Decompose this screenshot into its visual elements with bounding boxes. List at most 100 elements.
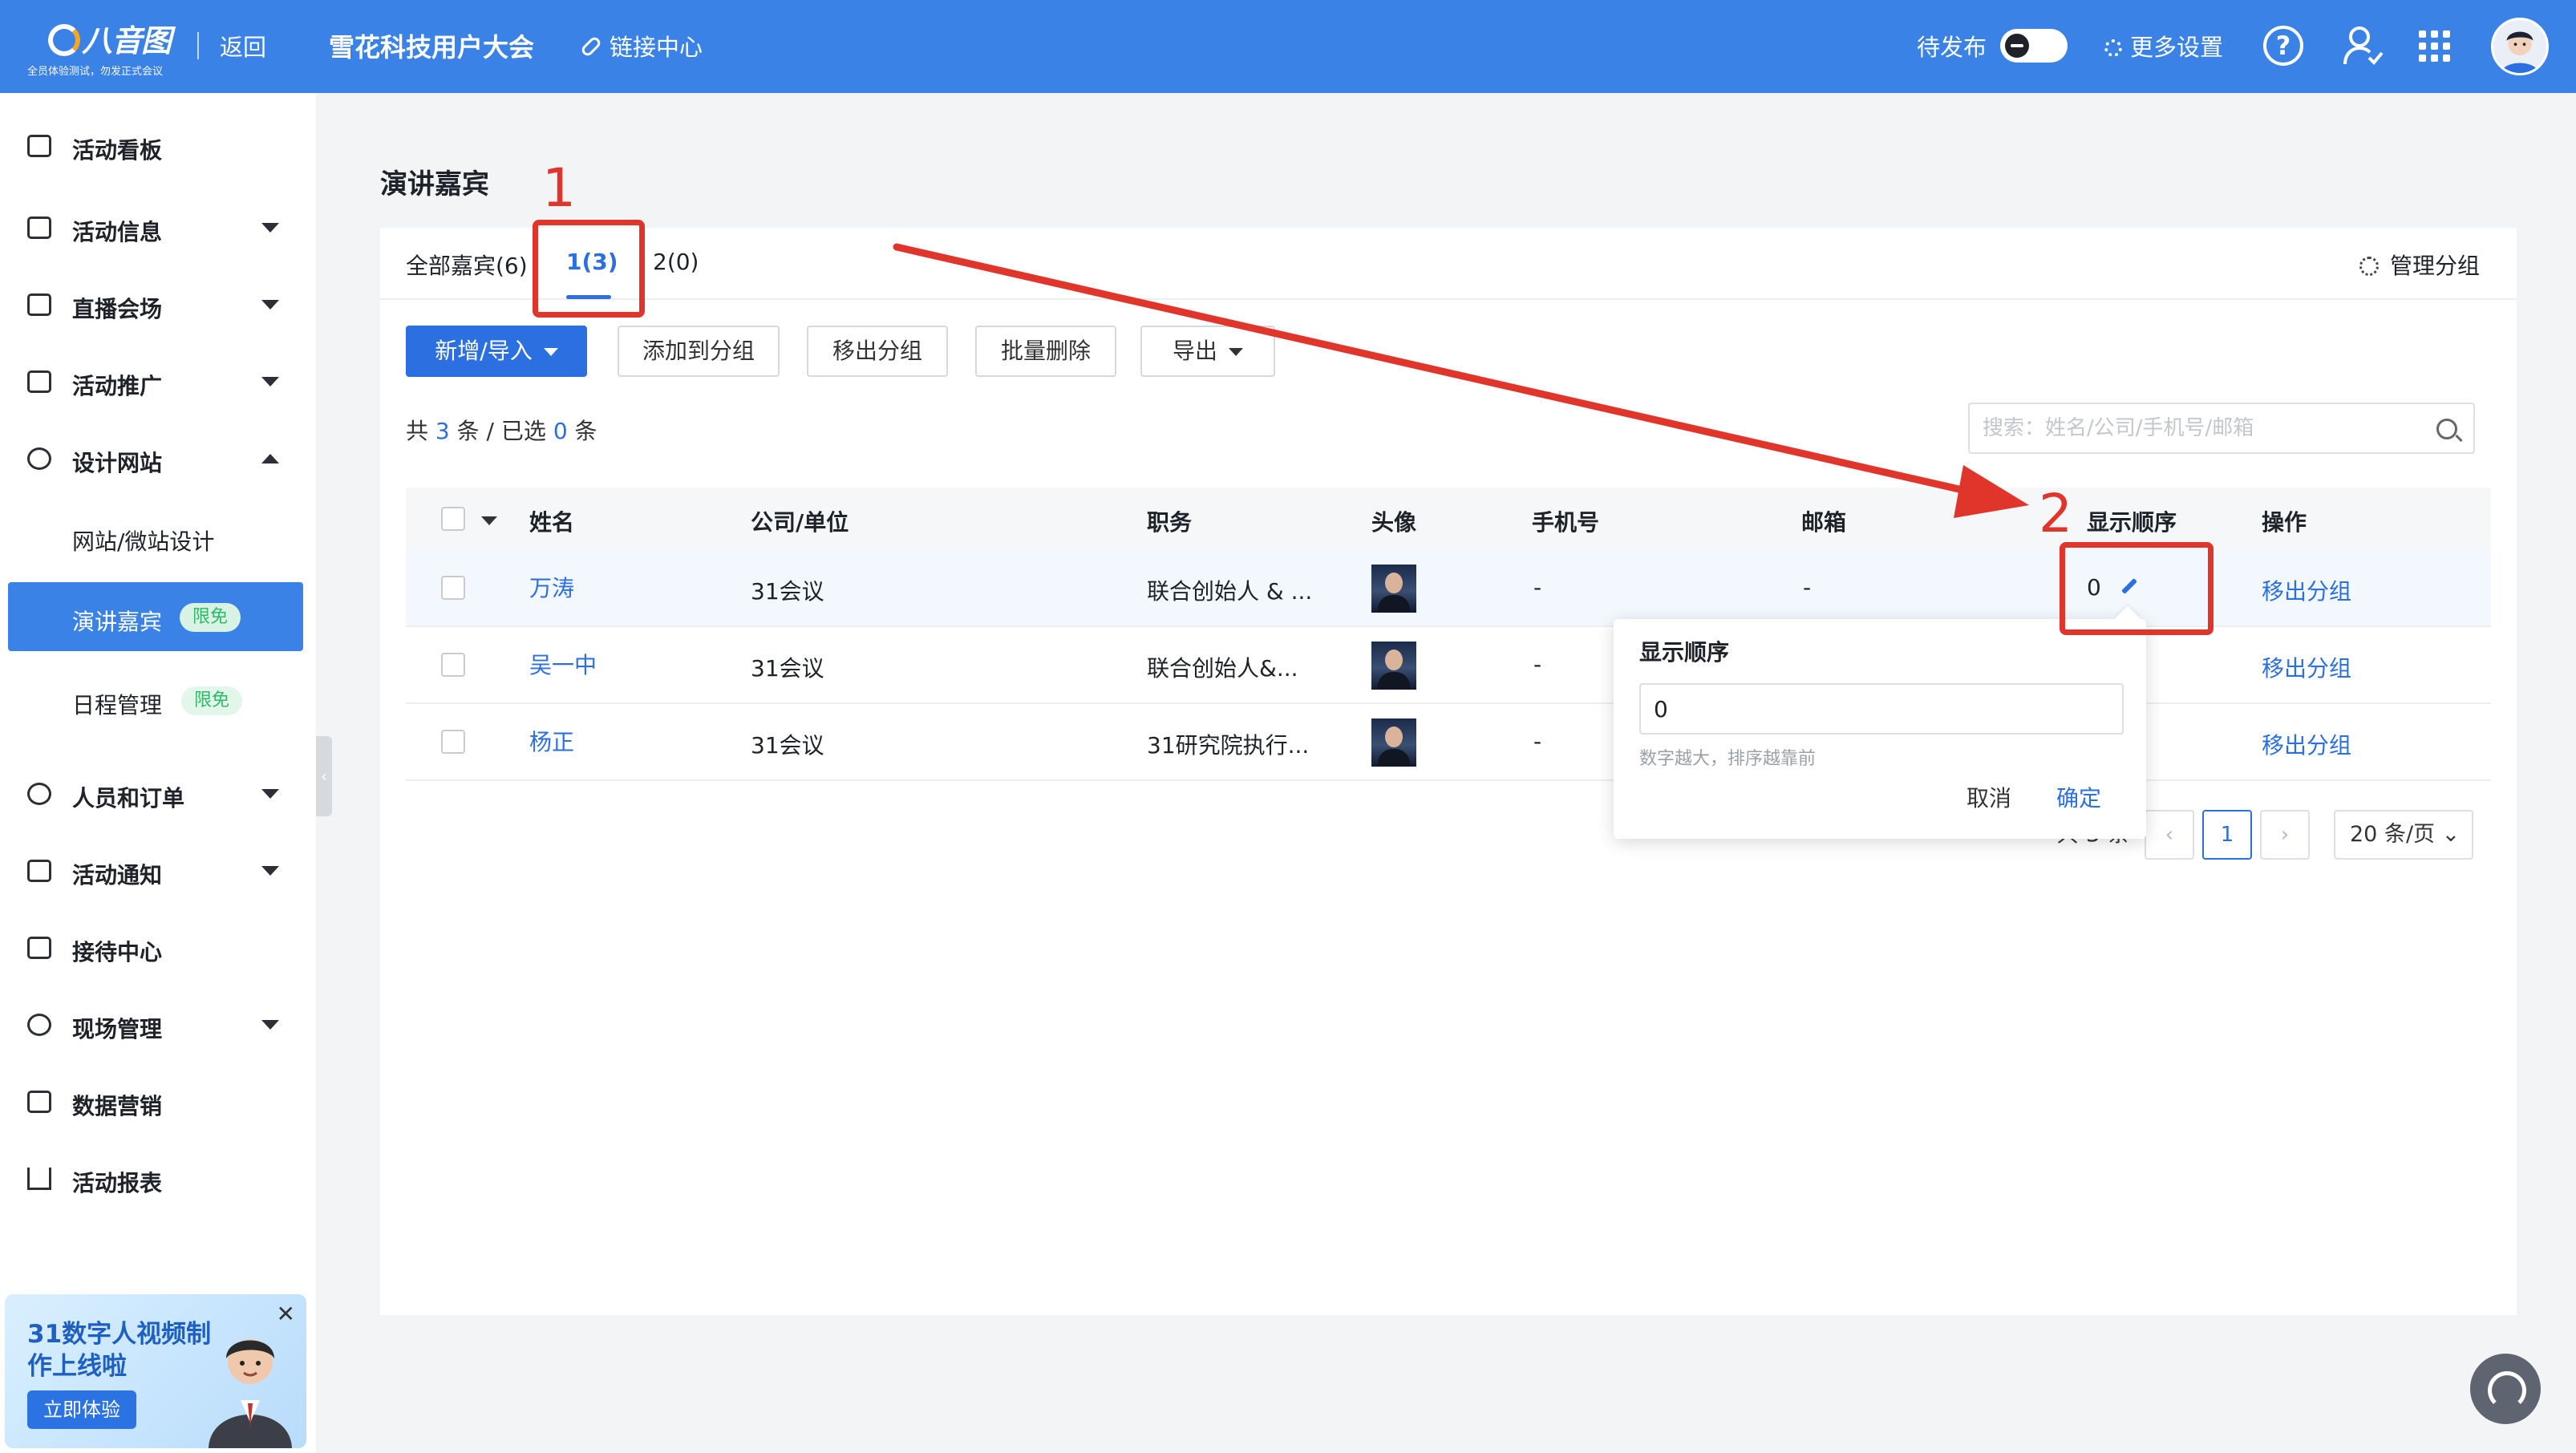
compass-icon xyxy=(27,447,51,470)
promo-banner[interactable]: 31数字人视频制作上线啦 立即体验 ✕ xyxy=(5,1294,306,1448)
cancel-button[interactable]: 取消 xyxy=(1966,781,2011,813)
user-icon[interactable] xyxy=(2342,24,2384,67)
chevron-down-icon xyxy=(261,789,279,799)
sidebar: 活动看板 活动信息 直播会场 活动推广 设计网站 网站/微站设计 演讲嘉宾 限免 … xyxy=(0,93,316,1453)
speaker-name-link[interactable]: 万涛 xyxy=(529,571,574,603)
more-settings-button[interactable]: 更多设置 xyxy=(2104,29,2223,63)
column-header-phone: 手机号 xyxy=(1532,509,1600,536)
company-cell: 31会议 xyxy=(751,655,824,682)
event-title: 雪花科技用户大会 xyxy=(329,32,535,63)
export-button[interactable]: 导出 xyxy=(1140,326,1275,377)
document-icon xyxy=(27,217,51,239)
manage-groups-button[interactable]: 管理分组 xyxy=(2359,249,2480,281)
column-header-actions: 操作 xyxy=(2262,509,2307,536)
gear-icon xyxy=(2104,39,2122,57)
page-1-button[interactable]: 1 xyxy=(2202,810,2252,860)
confirm-button[interactable]: 确定 xyxy=(2056,781,2101,813)
speaker-avatar xyxy=(1371,718,1416,767)
avatar[interactable] xyxy=(2491,18,2549,75)
title-cell: 31研究院执行... xyxy=(1147,732,1310,759)
chevron-up-icon xyxy=(261,454,279,463)
sidebar-item-reports[interactable]: 活动报表 xyxy=(0,1147,316,1211)
add-import-button[interactable]: 新增/导入 xyxy=(406,326,587,377)
calendar-icon xyxy=(27,135,51,157)
logo-mark: 八音图 xyxy=(48,16,172,60)
remove-from-group-link[interactable]: 移出分组 xyxy=(2262,728,2351,760)
row-checkbox[interactable] xyxy=(441,730,465,754)
speaker-name-link[interactable]: 吴一中 xyxy=(529,648,597,680)
table-row: 吴一中 31会议 联合创始人&... - 移出分组 xyxy=(406,627,2491,704)
link-icon xyxy=(579,34,603,59)
sidebar-item-site-design[interactable]: 网站/微站设计 xyxy=(0,502,316,571)
tab-group-2[interactable]: 2(0) xyxy=(653,249,699,275)
column-header-display-order: 显示顺序 xyxy=(2087,509,2177,536)
remove-from-group-link[interactable]: 移出分组 xyxy=(2262,574,2351,606)
sidebar-item-dashboard[interactable]: 活动看板 xyxy=(0,114,316,178)
sidebar-item-people-orders[interactable]: 人员和订单 xyxy=(0,762,316,826)
sidebar-item-onsite[interactable]: 现场管理 xyxy=(0,993,316,1057)
row-checkbox[interactable] xyxy=(441,653,465,677)
promo-title: 31数字人视频制作上线啦 xyxy=(27,1320,212,1381)
phone-cell: - xyxy=(1533,574,1542,601)
publish-toggle[interactable] xyxy=(2000,29,2068,63)
page-title: 演讲嘉宾 xyxy=(380,168,489,200)
promo-try-button[interactable]: 立即体验 xyxy=(27,1390,136,1429)
prev-page-button[interactable]: ‹ xyxy=(2145,810,2194,860)
remove-from-group-button[interactable]: 移出分组 xyxy=(807,326,948,377)
display-order-input[interactable] xyxy=(1639,683,2124,735)
page-size-select[interactable]: 20 条/页 ⌄ xyxy=(2334,810,2473,860)
logo-subtitle: 全员体验测试，勿发正式会议 xyxy=(27,66,164,78)
column-header-title: 职务 xyxy=(1147,509,1193,536)
search-icon[interactable] xyxy=(2436,419,2457,439)
company-cell: 31会议 xyxy=(751,732,824,759)
search-input[interactable] xyxy=(1983,412,2416,444)
tab-all-speakers[interactable]: 全部嘉宾(6) xyxy=(406,249,528,281)
annotation-label-2: 2 xyxy=(2039,483,2072,544)
speaker-avatar xyxy=(1371,642,1416,690)
company-cell: 31会议 xyxy=(751,578,824,605)
back-link[interactable]: 返回 xyxy=(220,29,266,63)
sidebar-item-live[interactable]: 直播会场 xyxy=(0,273,316,337)
grid-icon[interactable] xyxy=(2419,30,2451,63)
customer-support-icon[interactable] xyxy=(2470,1354,2541,1424)
chevron-down-icon xyxy=(261,223,279,233)
search-box[interactable] xyxy=(1968,403,2475,454)
next-page-button[interactable]: › xyxy=(2260,810,2310,860)
annotation-box-2 xyxy=(2060,542,2213,635)
batch-delete-button[interactable]: 批量删除 xyxy=(975,326,1116,377)
select-all-checkbox[interactable] xyxy=(441,507,465,531)
sidebar-item-promotion[interactable]: 活动推广 xyxy=(0,350,316,414)
sidebar-item-notifications[interactable]: 活动通知 xyxy=(0,839,316,903)
logo[interactable]: 八音图 全员体验测试，勿发正式会议 xyxy=(27,16,180,80)
phone-cell: - xyxy=(1533,651,1542,678)
sidebar-collapse-handle[interactable]: ‹ xyxy=(316,736,332,816)
sidebar-item-schedule[interactable]: 日程管理 限免 xyxy=(0,666,316,735)
popover-title: 显示顺序 xyxy=(1639,639,1730,666)
remove-from-group-link[interactable]: 移出分组 xyxy=(2262,651,2351,683)
title-cell: 联合创始人&... xyxy=(1147,655,1298,682)
popover-hint: 数字越大，排序越靠前 xyxy=(1639,749,1817,769)
close-icon[interactable]: ✕ xyxy=(277,1301,295,1327)
main-card: 全部嘉宾(6) 1(3) 2(0) 管理分组 新增/导入 添加到分组 移出分组 … xyxy=(380,228,2517,1315)
link-center-button[interactable]: 链接中心 xyxy=(579,29,703,63)
column-header-name: 姓名 xyxy=(529,509,575,536)
sidebar-item-speakers[interactable]: 演讲嘉宾 限免 xyxy=(8,582,303,651)
column-header-company: 公司/单位 xyxy=(751,509,849,536)
speaker-name-link[interactable]: 杨正 xyxy=(529,725,574,757)
gear-icon xyxy=(2359,257,2379,276)
sidebar-item-design-site[interactable]: 设计网站 xyxy=(0,427,316,491)
free-badge: 限免 xyxy=(181,686,243,715)
phone-cell: - xyxy=(1533,728,1542,755)
chevron-down-icon[interactable] xyxy=(481,516,497,525)
sidebar-item-reception[interactable]: 接待中心 xyxy=(0,916,316,980)
add-to-group-button[interactable]: 添加到分组 xyxy=(618,326,780,377)
sidebar-item-data-marketing[interactable]: 数据营销 xyxy=(0,1070,316,1134)
help-icon[interactable]: ? xyxy=(2263,26,2303,66)
selection-count: 共 3 条 / 已选 0 条 xyxy=(406,418,597,444)
row-checkbox[interactable] xyxy=(441,576,465,600)
chevron-down-icon xyxy=(261,377,279,387)
sidebar-item-event-info[interactable]: 活动信息 xyxy=(0,196,316,260)
chevron-down-icon xyxy=(261,1020,279,1030)
chart-icon xyxy=(27,1091,51,1113)
chevron-down-icon xyxy=(261,300,279,310)
